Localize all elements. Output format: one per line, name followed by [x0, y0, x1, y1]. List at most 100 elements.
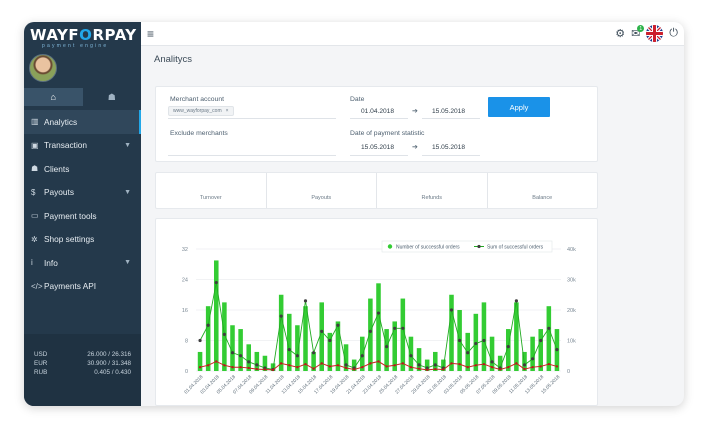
chart-point-red: [490, 365, 494, 369]
date-from-input[interactable]: 01.04.2018: [361, 108, 394, 115]
chart-point-red: [507, 365, 510, 369]
y-left-tick-label: 8: [185, 339, 188, 345]
stat-date-to-underline: [422, 155, 480, 156]
close-icon[interactable]: ×: [226, 108, 229, 114]
chart-point-sum: [279, 314, 283, 318]
user-icon: ☗: [31, 164, 39, 174]
stat-balance: Balance: [532, 195, 553, 201]
y-right-tick-label: 0: [567, 369, 570, 375]
sidebar-item-clients[interactable]: ☗ Clients: [24, 157, 141, 181]
rate-value: 30.900 / 31.348: [87, 360, 131, 367]
chart-point-red: [206, 364, 210, 367]
chart-bar: [384, 329, 389, 371]
legend-marker-orders: [387, 244, 393, 249]
chart-point-sum: [482, 338, 486, 343]
stat-date-from-underline: [350, 155, 408, 156]
avatar[interactable]: [29, 54, 57, 82]
date-to-input[interactable]: 15.05.2018: [432, 108, 465, 115]
credit-card-icon: ▭: [31, 211, 39, 221]
filters-panel: Merchant account www_wayforpay_com × Excl…: [155, 86, 598, 162]
chart-point-red: [304, 362, 307, 366]
chart-point-red: [336, 364, 340, 367]
sidebar-item-payment-tools[interactable]: ▭ Payment tools: [24, 204, 141, 228]
merchant-chip[interactable]: www_wayforpay_com ×: [168, 106, 234, 116]
chart-point-red: [296, 365, 299, 369]
exclude-merchants-input[interactable]: [168, 155, 336, 156]
chart-point-red: [442, 368, 445, 371]
sidebar-item-label: Shop settings: [44, 234, 95, 245]
merchant-input-underline[interactable]: [168, 118, 336, 119]
power-icon[interactable]: ⏻: [669, 27, 678, 40]
app-window: WAYFORPAY payment engine ⌂ ☗ ▥ Analytics…: [24, 22, 684, 406]
chart-bar: [449, 294, 454, 371]
chart-point-red: [450, 362, 453, 365]
chart-point-sum: [287, 348, 291, 352]
chart-point-red: [458, 362, 461, 366]
exclude-merchants-label: Exclude merchants: [170, 130, 228, 137]
chart-point-sum: [393, 326, 397, 330]
chart-point-sum: [214, 280, 218, 285]
stat-date-from-input[interactable]: 15.05.2018: [361, 144, 394, 151]
chart-bar: [408, 336, 414, 371]
sidebar-item-payments-api[interactable]: </> Payments API: [24, 275, 141, 299]
chart-bar: [278, 294, 284, 371]
y-left-tick-label: 16: [182, 308, 188, 314]
chart-point-red: [555, 365, 559, 368]
sidebar: WAYFORPAY payment engine ⌂ ☗ ▥ Analytics…: [24, 22, 141, 406]
sidebar-item-info[interactable]: i Info ▼: [24, 251, 141, 275]
sidebar-tabs: ⌂ ☗: [24, 88, 141, 106]
hamburger-icon[interactable]: ≡: [147, 27, 154, 41]
gear-icon[interactable]: ⚙: [615, 27, 625, 40]
chart-point-sum: [506, 345, 510, 349]
sidebar-item-label: Transaction: [44, 140, 88, 151]
sidebar-item-label: Analytics: [44, 116, 78, 127]
chart-point-red: [361, 365, 364, 369]
tab-user[interactable]: ☗: [83, 88, 142, 106]
chart-bar: [360, 336, 365, 371]
y-left-tick-label: 32: [182, 247, 188, 253]
chevron-down-icon: ▼: [124, 141, 131, 149]
chart-point-sum: [376, 311, 381, 315]
y-right-tick-label: 10k: [567, 339, 576, 345]
chart-point-red: [271, 368, 275, 372]
chart-point-sum: [336, 323, 340, 327]
uk-flag-icon[interactable]: [646, 25, 664, 42]
chart-point-sum: [531, 357, 535, 361]
gear-icon: ✲: [31, 234, 38, 244]
arrow-right-icon: ➔: [412, 144, 418, 151]
user-icon: ☗: [107, 91, 116, 102]
stat-date-to-input[interactable]: 15.05.2018: [432, 144, 465, 151]
chart-point-sum: [247, 360, 251, 364]
chart-point-red: [328, 365, 332, 368]
chart-point-red: [531, 365, 534, 369]
sidebar-item-transaction[interactable]: ▣ Transaction ▼: [24, 134, 141, 158]
chart-point-red: [247, 366, 250, 370]
chart-point-sum: [320, 329, 324, 333]
rate-row: EUR 30.900 / 31.348: [34, 359, 131, 368]
chart-bar: [222, 302, 227, 371]
stats-panel: Turnover Payouts Refunds Balance: [155, 172, 598, 209]
sidebar-item-label: Payment tools: [44, 210, 97, 221]
apply-button[interactable]: Apply: [488, 97, 550, 117]
chart-point-red: [231, 365, 234, 369]
rate-value: 26.000 / 26.316: [87, 351, 131, 358]
chart-point-red: [215, 360, 218, 363]
stat-date-label: Date of payment statistic: [350, 130, 425, 137]
chart-point-sum: [522, 363, 527, 367]
chart-point-sum: [295, 354, 299, 358]
chart-bar: [481, 302, 487, 371]
chevron-down-icon: ▼: [124, 188, 131, 196]
sidebar-item-shop-settings[interactable]: ✲ Shop settings: [24, 228, 141, 252]
date-from-underline: [350, 118, 408, 119]
sidebar-item-analytics[interactable]: ▥ Analytics: [24, 110, 141, 134]
envelope-icon[interactable]: ✉ 1: [631, 25, 645, 40]
logo-part-o: O: [79, 26, 93, 44]
sidebar-item-payouts[interactable]: $ Payouts ▼: [24, 181, 141, 205]
bar-chart-icon: ▥: [31, 117, 39, 127]
logo[interactable]: WAYFORPAY payment engine: [30, 26, 136, 49]
chart-point-sum: [206, 323, 210, 327]
chart-point-red: [417, 367, 421, 370]
chart-point-sum: [239, 354, 243, 358]
tab-shop[interactable]: ⌂: [24, 88, 83, 106]
chart-point-sum: [303, 299, 308, 303]
